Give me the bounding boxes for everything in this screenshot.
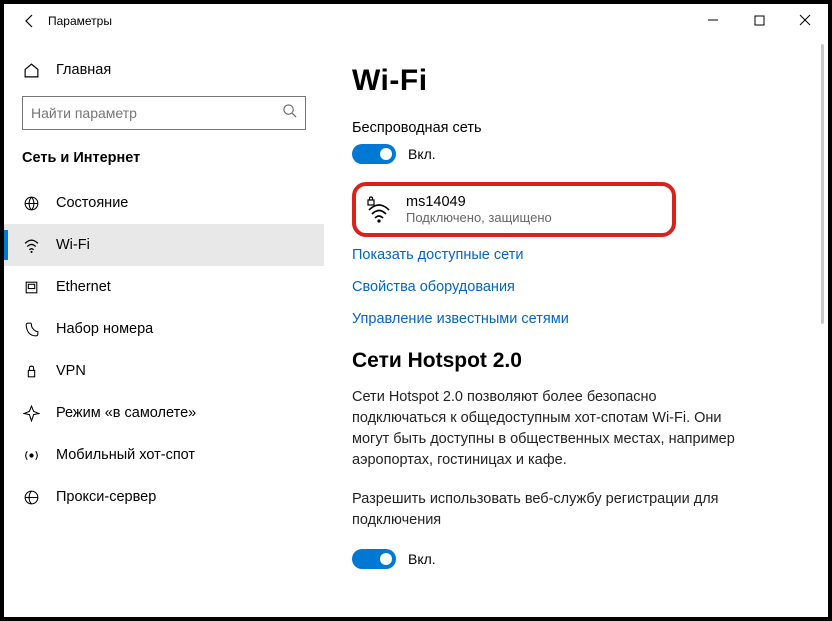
nav-wifi[interactable]: Wi-Fi bbox=[4, 224, 324, 266]
vpn-icon bbox=[22, 362, 40, 380]
home-label: Главная bbox=[56, 62, 111, 78]
nav-ethernet[interactable]: Ethernet bbox=[4, 266, 324, 308]
page-heading: Wi-Fi bbox=[352, 64, 800, 98]
nav-label: Прокси-сервер bbox=[56, 489, 156, 505]
nav-hotspot[interactable]: Мобильный хот-спот bbox=[4, 434, 324, 476]
nav-label: Wi-Fi bbox=[56, 237, 90, 253]
sidebar: Главная Сеть и Интернет Состояние Wi-Fi bbox=[4, 38, 324, 617]
nav-label: Состояние bbox=[56, 195, 128, 211]
nav-airplane[interactable]: Режим «в самолете» bbox=[4, 392, 324, 434]
hotspot-description: Сети Hotspot 2.0 позволяют более безопас… bbox=[352, 387, 752, 471]
wifi-toggle-label: Вкл. bbox=[408, 146, 436, 162]
current-network[interactable]: ms14049 Подключено, защищено bbox=[352, 182, 676, 237]
nav-vpn[interactable]: VPN bbox=[4, 350, 324, 392]
minimize-button[interactable] bbox=[690, 4, 736, 36]
nav-label: Ethernet bbox=[56, 279, 111, 295]
hotspot-toggle-label: Вкл. bbox=[408, 551, 436, 567]
link-known-networks[interactable]: Управление известными сетями bbox=[352, 311, 800, 327]
nav-status[interactable]: Состояние bbox=[4, 182, 324, 224]
hotspot-icon bbox=[22, 446, 40, 464]
status-icon bbox=[22, 194, 40, 212]
wifi-toggle[interactable] bbox=[352, 144, 396, 164]
hotspot-allow-label: Разрешить использовать веб-службу регист… bbox=[352, 489, 752, 531]
network-name: ms14049 bbox=[406, 194, 552, 210]
close-button[interactable] bbox=[782, 4, 828, 36]
nav-label: Режим «в самолете» bbox=[56, 405, 196, 421]
titlebar: Параметры bbox=[4, 4, 828, 38]
back-button[interactable] bbox=[12, 4, 48, 38]
dialup-icon bbox=[22, 320, 40, 338]
nav-dialup[interactable]: Набор номера bbox=[4, 308, 324, 350]
wifi-icon bbox=[22, 236, 40, 254]
home-icon bbox=[22, 61, 40, 79]
ethernet-icon bbox=[22, 278, 40, 296]
wireless-label: Беспроводная сеть bbox=[352, 120, 800, 136]
scrollbar[interactable] bbox=[821, 44, 824, 324]
hotspot-toggle[interactable] bbox=[352, 549, 396, 569]
home-button[interactable]: Главная bbox=[4, 50, 324, 90]
hotspot-heading: Сети Hotspot 2.0 bbox=[352, 349, 800, 373]
section-title: Сеть и Интернет bbox=[4, 140, 324, 182]
main-panel: Wi-Fi Беспроводная сеть Вкл. bbox=[324, 38, 828, 617]
nav-label: Мобильный хот-спот bbox=[56, 447, 195, 463]
window-title: Параметры bbox=[48, 14, 112, 28]
link-hardware-props[interactable]: Свойства оборудования bbox=[352, 279, 800, 295]
wifi-secured-icon bbox=[364, 195, 394, 225]
maximize-button[interactable] bbox=[736, 4, 782, 36]
nav-proxy[interactable]: Прокси-сервер bbox=[4, 476, 324, 518]
search-box[interactable] bbox=[22, 96, 306, 130]
search-icon bbox=[282, 103, 297, 123]
airplane-icon bbox=[22, 404, 40, 422]
nav-label: Набор номера bbox=[56, 321, 153, 337]
proxy-icon bbox=[22, 488, 40, 506]
network-status: Подключено, защищено bbox=[406, 210, 552, 225]
search-input[interactable] bbox=[31, 105, 282, 121]
nav-label: VPN bbox=[56, 363, 86, 379]
link-show-networks[interactable]: Показать доступные сети bbox=[352, 247, 800, 263]
